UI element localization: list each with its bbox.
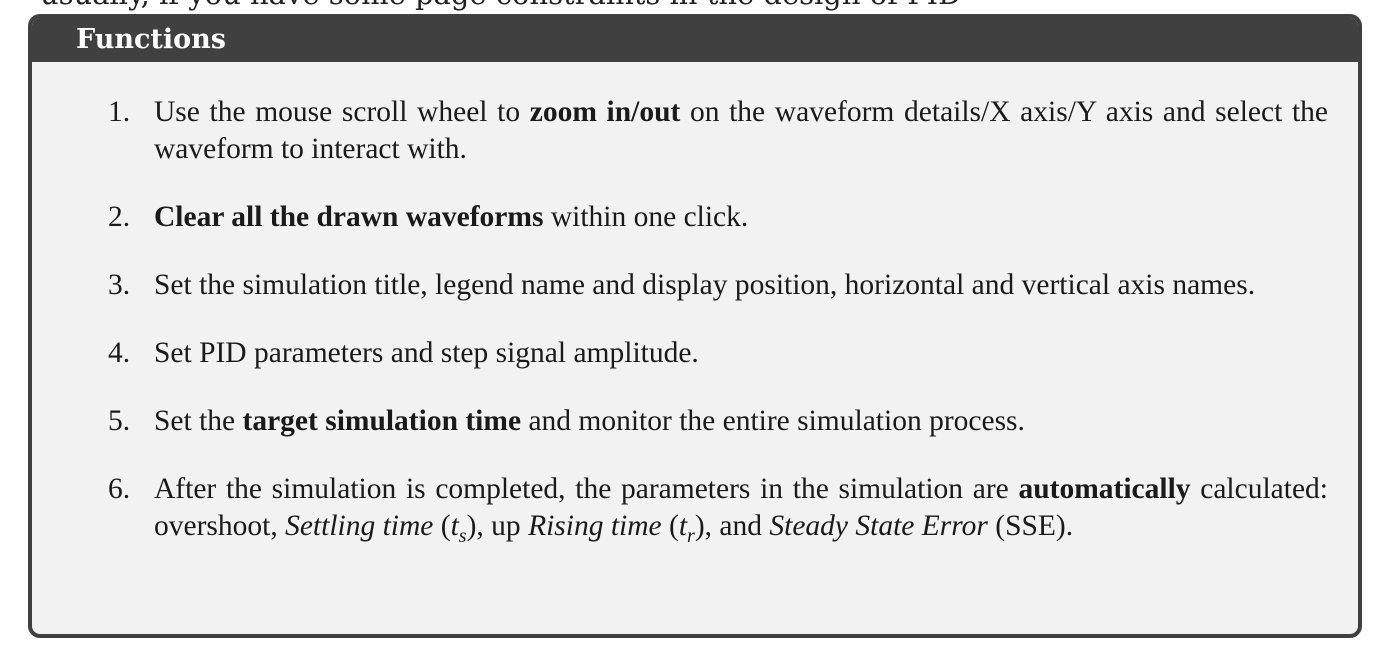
item-number: 6. [108,473,131,505]
functions-box: Functions 1. Use the mouse scroll wheel … [28,14,1362,638]
functions-list: 1. Use the mouse scroll wheel to zoom in… [108,94,1328,576]
item-text: (SSE). [987,510,1074,542]
list-item: 2. Clear all the drawn waveforms within … [108,199,1328,236]
item-text: ), up [466,510,529,542]
item-bold-text: zoom in/out [529,96,681,128]
item-number: 3. [108,269,131,301]
item-italic-text: Settling time [285,510,434,542]
item-text: Set the [154,405,243,437]
item-text: ( [661,510,679,542]
item-text: ( [433,510,451,542]
math-subscript-letter: s [458,524,467,547]
item-italic-text: Rising time [528,510,662,542]
item-text: and monitor the entire simulation proces… [521,405,1025,437]
item-text: Set PID parameters and step signal ampli… [154,337,699,369]
math-subscript: s [459,525,467,547]
list-item: 1. Use the mouse scroll wheel to zoom in… [108,94,1328,168]
item-bold-text: automati­cally [1018,473,1191,505]
item-number: 1. [108,96,131,128]
item-number: 5. [108,405,131,437]
item-text: ), and [694,510,770,542]
item-text: Use the mouse scroll wheel to [154,96,530,128]
math-symbol: t [450,510,459,542]
previous-page-text-cut: usually, if you have some page constrain… [0,0,1376,12]
box-title: Functions [32,18,1358,62]
math-subscript: r [687,525,695,547]
item-text: After the simulation is completed, the p… [154,473,1019,505]
item-text: within one click. [543,201,749,233]
item-bold-text: Clear all the drawn waveforms [154,201,544,233]
list-item: 3. Set the simulation title, legend name… [108,267,1328,304]
item-bold-text: target simulation time [242,405,522,437]
item-number: 2. [108,201,131,233]
item-italic-text: Steady State Error [769,510,988,542]
math-symbol: t [678,510,688,542]
item-text: Set the simulation title, legend name an… [154,269,1256,301]
math-subscript-letter: r [687,524,695,547]
item-number: 4. [108,337,131,369]
list-item: 6. After the simulation is completed, th… [108,471,1328,547]
list-item: 5. Set the target simulation time and mo… [108,403,1328,440]
list-item: 4. Set PID parameters and step signal am… [108,335,1328,372]
